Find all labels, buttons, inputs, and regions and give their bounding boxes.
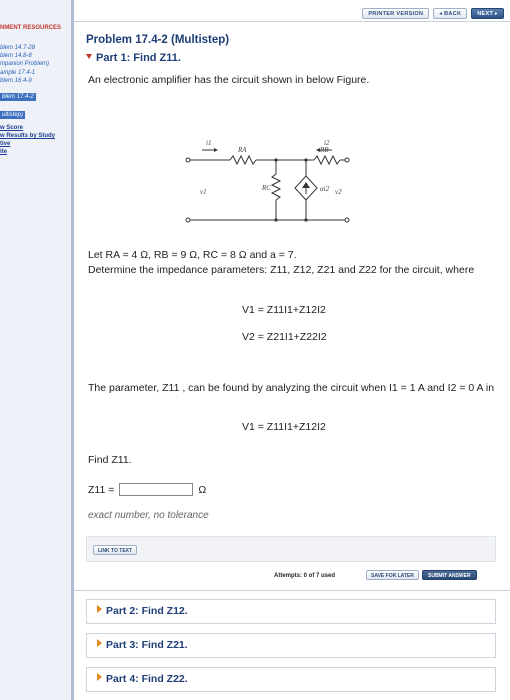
- submit-answer-button[interactable]: SUBMIT ANSWER: [422, 570, 477, 580]
- sidebar-item-problem-14-8-8[interactable]: blem 14.8-8: [0, 52, 49, 60]
- label-rc: RC: [261, 184, 271, 192]
- part-1-header[interactable]: Part 1: Find Z11.: [86, 52, 181, 64]
- circuit-diagram: i1 RA RB i2 RC αi2 v1 v2: [185, 139, 350, 223]
- sidebar-link-ite[interactable]: ite: [0, 148, 55, 156]
- sidebar-item-problem-17-4-2[interactable]: blem 17.4-2: [0, 93, 36, 102]
- expand-arrow-icon: [97, 639, 102, 647]
- given-values: Let RA = 4 Ω, RB = 9 Ω, RC = 8 Ω and a =…: [88, 249, 297, 261]
- problem-panel: Problem 17.4-2 (Multistep) Part 1: Find …: [74, 22, 510, 700]
- terminal-1-top: [185, 157, 191, 163]
- sidebar-link-results-by-study[interactable]: w Results by Study: [0, 132, 55, 140]
- equation-v2: V2 = Z21I1+Z22I2: [242, 331, 327, 343]
- part-2-header[interactable]: Part 2: Find Z12.: [86, 599, 496, 624]
- link-to-text-panel: LINK TO TEXT: [86, 536, 496, 562]
- attempts-counter: Attempts: 0 of 7 used: [274, 573, 336, 579]
- label-ra: RA: [237, 146, 247, 154]
- answer-label: Z11 =: [88, 483, 115, 496]
- label-rb: RB: [319, 146, 329, 154]
- parameter-text: The parameter, Z11 , can be found by ana…: [88, 382, 495, 394]
- sidebar-link-view-score[interactable]: w Score: [0, 124, 55, 132]
- determine-text: Determine the impedance parameters: Z11,…: [88, 264, 475, 276]
- part-4-title: Part 4: Find Z22.: [106, 673, 188, 685]
- sidebar-links: w Score w Results by Study tive ite: [0, 124, 55, 156]
- back-button[interactable]: ◂ BACK: [433, 8, 468, 19]
- z11-answer-input[interactable]: [119, 483, 194, 496]
- answer-row: Z11 = Ω: [88, 483, 206, 496]
- sidebar-link-tive[interactable]: tive: [0, 140, 55, 148]
- i1-arrow-icon: [214, 148, 218, 152]
- answer-hint: exact number, no tolerance: [88, 510, 209, 521]
- sidebar-item-example-17-4-1[interactable]: ample 17.4-1: [0, 69, 49, 77]
- divider: [74, 590, 510, 591]
- expand-arrow-icon: [97, 673, 102, 681]
- terminal-2-bottom: [344, 217, 350, 223]
- printer-version-button[interactable]: PRINTER VERSION: [362, 8, 430, 19]
- top-toolbar: PRINTER VERSION ◂ BACK NEXT ▸: [74, 0, 510, 22]
- next-button[interactable]: NEXT ▸: [471, 8, 504, 19]
- part-3-title: Part 3: Find Z21.: [106, 639, 188, 651]
- label-source: αi2: [320, 185, 330, 193]
- equation-v1-repeat: V1 = Z11I1+Z12I2: [242, 421, 326, 433]
- collapse-arrow-icon: [86, 54, 92, 59]
- part-4-header[interactable]: Part 4: Find Z22.: [86, 667, 496, 692]
- part-2-title: Part 2: Find Z12.: [106, 605, 188, 617]
- left-sidebar: NMENT RESOURCES blem 14.7-28 blem 14.8-8…: [0, 0, 74, 700]
- sidebar-item-multistep[interactable]: ultistep): [0, 111, 26, 120]
- resistor-rb: [313, 154, 341, 166]
- label-i2: i2: [324, 139, 330, 147]
- problem-intro: An electronic amplifier has the circuit …: [88, 74, 370, 86]
- problem-title: Problem 17.4-2 (Multistep): [86, 34, 230, 46]
- save-for-later-button[interactable]: SAVE FOR LATER: [366, 570, 419, 580]
- label-v2: v2: [335, 188, 342, 196]
- sidebar-problem-list: blem 14.7-28 blem 14.8-8 mpanion Problem…: [0, 44, 49, 121]
- equation-v1: V1 = Z11I1+Z12I2: [242, 304, 326, 316]
- link-to-text-button[interactable]: LINK TO TEXT: [93, 545, 138, 555]
- part-3-header[interactable]: Part 3: Find Z21.: [86, 633, 496, 658]
- resistor-ra: [229, 154, 257, 166]
- label-i1: i1: [206, 139, 211, 147]
- sidebar-item-problem-14-7-28[interactable]: blem 14.7-28: [0, 44, 49, 52]
- answer-unit: Ω: [198, 483, 207, 496]
- part-1-title: Part 1: Find Z11.: [96, 52, 181, 64]
- source-arrow-icon: [302, 182, 310, 188]
- label-v1: v1: [200, 188, 207, 196]
- terminal-2-top: [344, 157, 350, 163]
- sidebar-item-companion-problem[interactable]: mpanion Problem): [0, 60, 49, 68]
- find-text: Find Z11.: [88, 454, 132, 466]
- resistor-rc: [270, 173, 282, 201]
- expand-arrow-icon: [97, 605, 102, 613]
- sidebar-item-problem-16-4-9[interactable]: blem 16.4-9: [0, 77, 49, 85]
- sidebar-heading: NMENT RESOURCES: [0, 25, 62, 31]
- terminal-1-bottom: [185, 217, 191, 223]
